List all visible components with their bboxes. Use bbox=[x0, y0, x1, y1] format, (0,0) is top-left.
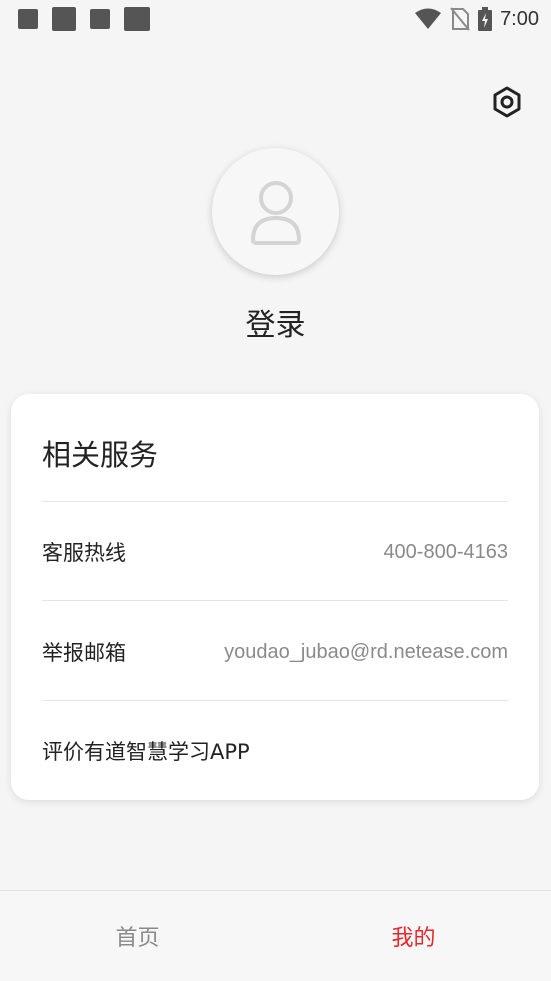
tab-mine[interactable]: 我的 bbox=[276, 891, 551, 981]
rate-app-label: 评价有道智慧学习APP bbox=[42, 740, 250, 764]
login-button[interactable]: 登录 bbox=[0, 300, 551, 344]
settings-button[interactable] bbox=[489, 84, 525, 120]
services-card: 相关服务 客服热线 400-800-4163 举报邮箱 youdao_jubao… bbox=[11, 394, 539, 800]
gear-icon bbox=[493, 86, 521, 118]
battery-charging-icon bbox=[478, 7, 493, 31]
notification-icon bbox=[18, 9, 38, 29]
bottom-nav: 首页 我的 bbox=[0, 890, 551, 981]
wifi-icon bbox=[415, 8, 442, 29]
report-email-label: 举报邮箱 bbox=[42, 641, 126, 665]
no-sim-icon bbox=[450, 7, 470, 31]
divider bbox=[42, 600, 508, 601]
divider bbox=[42, 700, 508, 701]
notification-icon bbox=[90, 9, 110, 29]
notification-icon bbox=[52, 7, 76, 31]
report-email-value[interactable]: youdao_jubao@rd.netease.com bbox=[224, 641, 508, 664]
avatar[interactable] bbox=[212, 148, 339, 275]
tab-home[interactable]: 首页 bbox=[0, 891, 275, 981]
hotline-value[interactable]: 400-800-4163 bbox=[383, 541, 508, 564]
rate-app-row[interactable]: 评价有道智慧学习APP bbox=[42, 721, 508, 781]
divider bbox=[42, 501, 508, 502]
status-right: 7:00 bbox=[414, 6, 539, 32]
user-silhouette-icon bbox=[250, 180, 301, 245]
status-time: 7:00 bbox=[500, 7, 539, 30]
screen: 7:00 登录 相关服务 客服热线 400-800-4163 举报邮箱 youd… bbox=[0, 0, 551, 981]
notification-icon bbox=[124, 7, 150, 31]
status-bar: 7:00 bbox=[0, 0, 551, 40]
report-email-row[interactable]: 举报邮箱 youdao_jubao@rd.netease.com bbox=[42, 622, 508, 682]
hotline-row[interactable]: 客服热线 400-800-4163 bbox=[42, 522, 508, 582]
services-title: 相关服务 bbox=[42, 438, 159, 472]
hotline-label: 客服热线 bbox=[42, 541, 126, 565]
